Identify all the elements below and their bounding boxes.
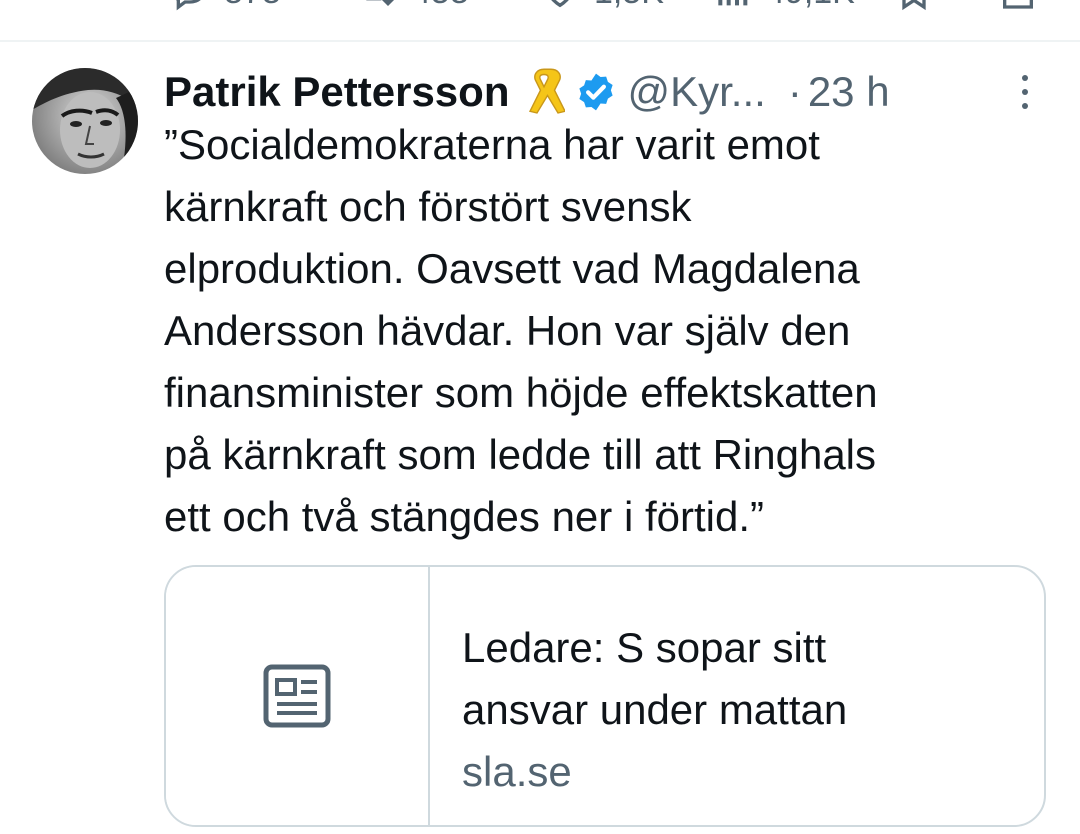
article-icon [263,664,331,728]
tweet-text: ”Socialdemokraterna har varit emot kärnk… [164,114,1044,548]
link-card-thumbnail [166,567,430,825]
avatar[interactable] [32,68,138,174]
tweet-text-line: ett och två stängdes ner i förtid.” [164,493,764,540]
bookmark-icon [902,0,926,11]
tweet-header: Patrik Pettersson @Kyr... · 23 h [164,62,1044,122]
previous-tweet-actions: 878 458 1,5K 49,1K [0,0,1080,16]
header-separator: · [787,68,802,115]
link-preview-card[interactable]: Ledare: S sopar sitt ansvar under mattan… [164,565,1046,827]
tweet-text-line: på kärnkraft som ledde till att Ringhals [164,431,877,478]
like-count: 1,5K [594,0,664,12]
bookmark-action[interactable] [894,0,934,12]
tweet-timestamp[interactable]: 23 h [808,68,890,116]
views-action[interactable]: 49,1K [712,0,855,12]
tweet-text-line: finansminister som höjde effektskatten [164,369,878,416]
avatar-photo [32,68,138,174]
more-options-icon[interactable] [1016,72,1034,112]
repost-action[interactable]: 458 [358,0,469,12]
tweet-divider [0,40,1080,42]
share-icon [1003,0,1033,9]
tweet-text-line: ”Socialdemokraterna har varit emot [164,121,820,168]
tweet-text-line: Andersson hävdar. Hon var själv den [164,307,851,354]
repost-count: 458 [412,0,469,12]
reply-count: 878 [224,0,281,12]
author-name[interactable]: Patrik Pettersson [164,68,509,116]
view-count: 49,1K [766,0,855,12]
link-card-body: Ledare: S sopar sitt ansvar under mattan… [430,567,847,825]
share-action[interactable] [998,0,1038,12]
link-card-title-line: ansvar under mattan [462,686,848,733]
tweet-text-line: kärnkraft och förstört svensk [164,183,692,230]
link-card-title-line: Ledare: S sopar sitt [462,624,827,671]
repost-icon [366,0,395,7]
yellow-ribbon-icon [529,68,566,114]
author-handle[interactable]: @Kyr... [627,68,765,116]
like-action[interactable]: 1,5K [540,0,664,12]
link-card-domain: sla.se [462,748,572,795]
heart-icon [551,0,569,8]
views-icon [718,0,748,6]
verified-badge-icon[interactable] [575,71,617,113]
reply-icon [176,0,201,11]
reply-action[interactable]: 878 [170,0,281,12]
tweet-text-line: elproduktion. Oavsett vad Magdalena [164,245,860,292]
